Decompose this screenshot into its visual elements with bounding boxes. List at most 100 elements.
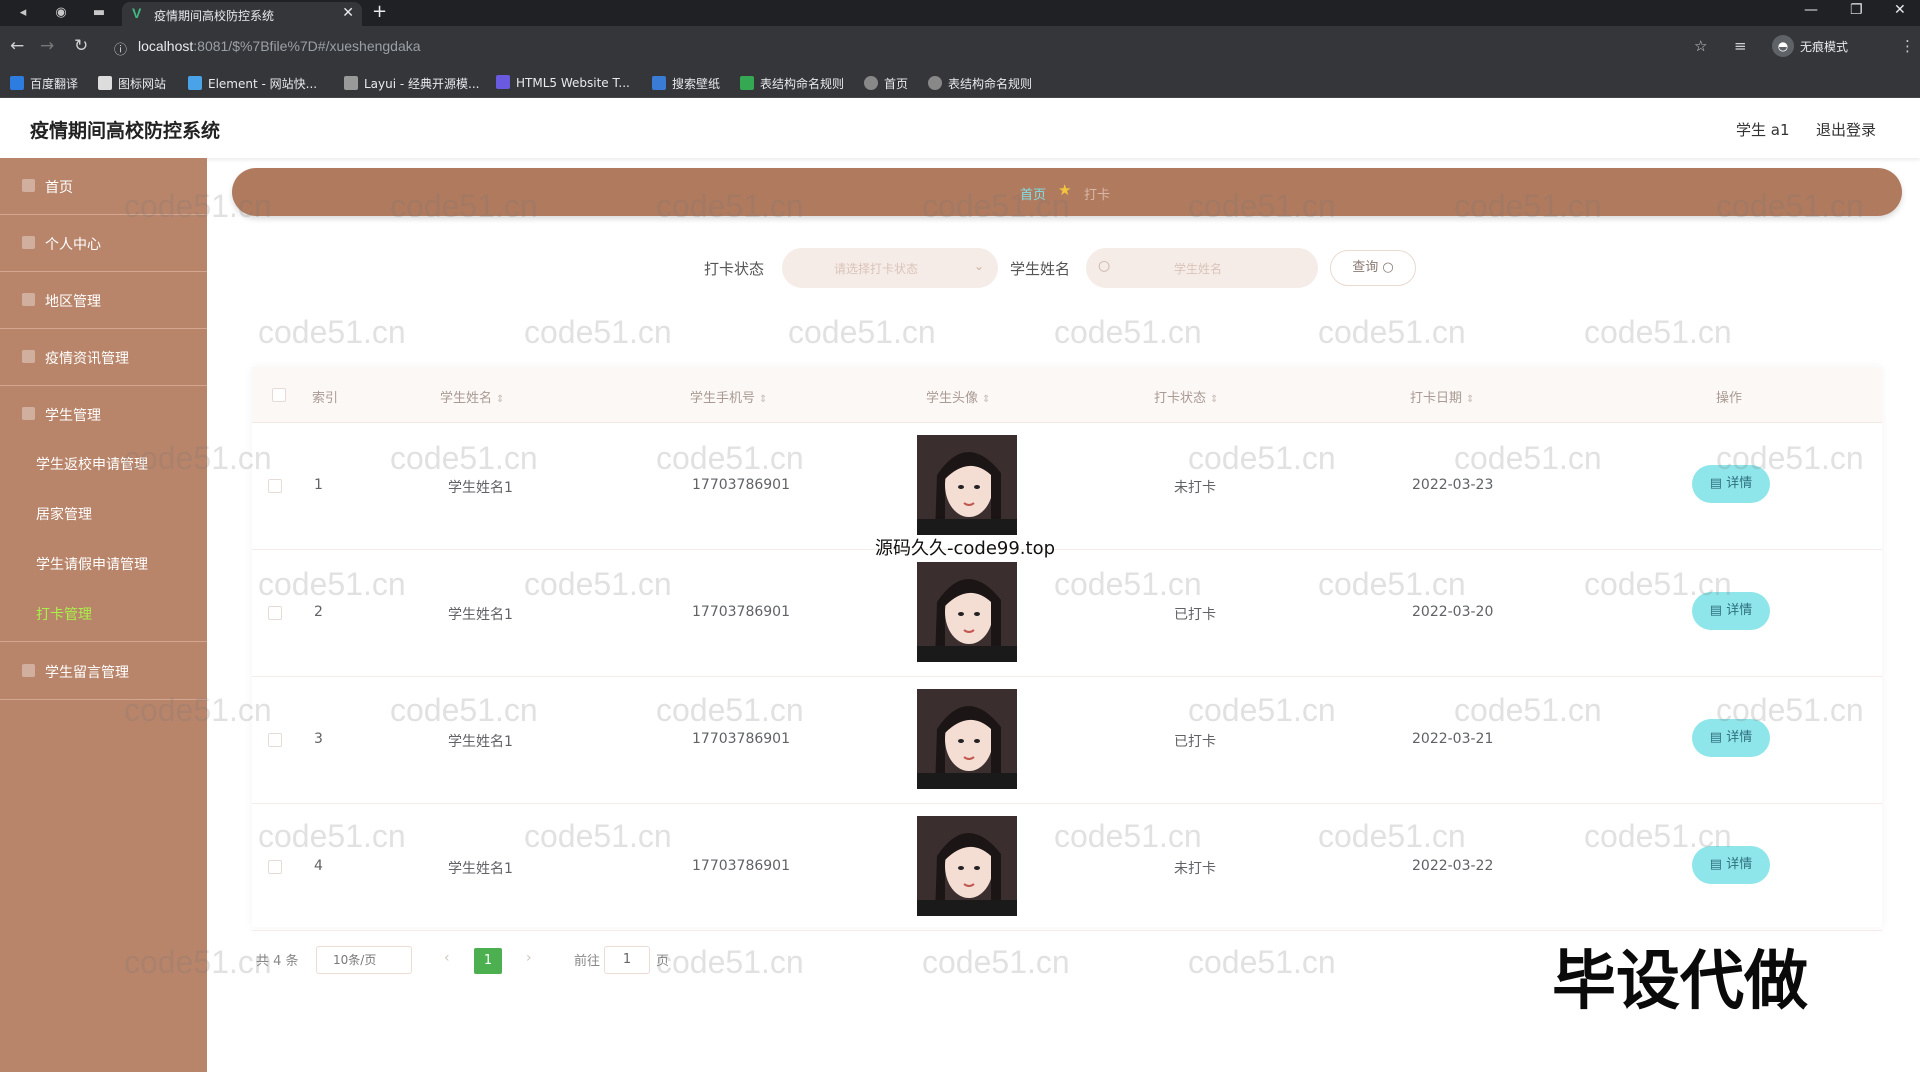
cell-date: 2022-03-20	[1412, 604, 1494, 620]
status-select[interactable]: 请选择打卡状态 ⌄	[782, 248, 998, 288]
column-header-sortable[interactable]: 学生头像 ⇕	[926, 387, 990, 406]
cell-name: 学生姓名1	[448, 607, 513, 623]
column-header-sortable[interactable]: 学生手机号 ⇕	[690, 387, 767, 406]
media-icon[interactable]: ≡	[1734, 37, 1747, 55]
prev-page-icon[interactable]: ‹	[444, 950, 450, 966]
sidebar-item-region[interactable]: 地区管理	[0, 272, 207, 329]
sidebar-item-label: 学生管理	[45, 408, 101, 424]
table-row: 3 学生姓名1 17703786901 已打卡 2022-03-21 ▤ 详情	[252, 677, 1882, 804]
cell-index: 3	[314, 731, 323, 747]
bookmark-item[interactable]: HTML5 Website T...	[496, 75, 630, 90]
bookmark-item[interactable]: Layui - 经典开源模...	[344, 75, 479, 92]
detail-button[interactable]: ▤ 详情	[1692, 719, 1770, 757]
bookmark-item[interactable]: 百度翻译	[10, 75, 78, 92]
detail-button[interactable]: ▤ 详情	[1692, 846, 1770, 884]
table-header: 索引 学生姓名 ⇕ 学生手机号 ⇕ 学生头像 ⇕ 打卡状态 ⇕ 打卡日期 ⇕ 操作	[252, 367, 1882, 423]
column-header-sortable[interactable]: 打卡状态 ⇕	[1154, 387, 1218, 406]
next-page-icon[interactable]: ›	[526, 950, 532, 966]
query-button[interactable]: 查询 ○	[1330, 250, 1416, 286]
bookmark-item[interactable]: 表结构命名规则	[740, 75, 844, 92]
vue-icon: V	[132, 5, 142, 21]
star-icon: ★	[1058, 181, 1072, 199]
column-header-sortable[interactable]: 学生姓名 ⇕	[440, 387, 504, 406]
star-icon[interactable]: ☆	[1694, 37, 1707, 55]
cell-name: 学生姓名1	[448, 861, 513, 877]
row-checkbox[interactable]	[268, 733, 282, 747]
sidebar-item-news[interactable]: 疫情资讯管理	[0, 329, 207, 386]
column-header-sortable[interactable]: 打卡日期 ⇕	[1410, 387, 1474, 406]
speaker-icon[interactable]: ◂	[14, 4, 32, 22]
sort-icon[interactable]: ⇕	[1210, 394, 1218, 405]
row-checkbox[interactable]	[268, 479, 282, 493]
sidebar-item-messages[interactable]: 学生留言管理	[0, 643, 207, 700]
forward-icon[interactable]: →	[40, 36, 54, 56]
cell-phone: 17703786901	[692, 604, 790, 620]
watermark: code51.cn	[922, 944, 1070, 980]
row-checkbox[interactable]	[268, 606, 282, 620]
document-icon: ▤	[1709, 476, 1723, 491]
logout-link[interactable]: 退出登录	[1816, 119, 1876, 140]
select-all-checkbox[interactable]	[272, 388, 286, 402]
name-filter-label: 学生姓名	[1010, 260, 1071, 278]
sidebar-subitem-checkin[interactable]: 打卡管理	[36, 604, 92, 624]
page-size-select[interactable]: 10条/页	[316, 946, 412, 974]
detail-button-label: 详情	[1726, 730, 1753, 745]
sort-icon[interactable]: ⇕	[496, 394, 504, 405]
tab-title: 疫情期间高校防控系统	[154, 9, 275, 23]
status-select-placeholder: 请选择打卡状态	[834, 262, 919, 276]
browser-tab[interactable]: V 疫情期间高校防控系统 ✕	[122, 2, 362, 26]
bookmark-label: 首页	[884, 77, 909, 91]
sidebar-subitem-home-stay[interactable]: 居家管理	[36, 504, 92, 524]
bookmark-item[interactable]: Element - 网站快...	[188, 75, 317, 92]
breadcrumb-home[interactable]: 首页	[1020, 184, 1046, 203]
window-close-icon[interactable]: ✕	[1894, 2, 1906, 18]
cell-index: 1	[314, 477, 323, 493]
bookmark-label: HTML5 Website T...	[516, 76, 630, 90]
cell-status: 已打卡	[1174, 734, 1216, 750]
detail-button[interactable]: ▤ 详情	[1692, 465, 1770, 503]
minimize-icon[interactable]: —	[1804, 2, 1818, 18]
sidebar-subitem-leave[interactable]: 学生请假申请管理	[36, 554, 148, 574]
goto-page-input[interactable]: 1	[604, 946, 650, 974]
new-tab-icon[interactable]: +	[372, 1, 387, 22]
restore-icon[interactable]: ❐	[1850, 2, 1863, 18]
sidebar-item-home[interactable]: 首页	[0, 158, 207, 215]
detail-button[interactable]: ▤ 详情	[1692, 592, 1770, 630]
sidebar-item-students[interactable]: 学生管理 学生返校申请管理 居家管理 学生请假申请管理 打卡管理	[0, 386, 207, 642]
column-header: 操作	[1716, 391, 1743, 406]
pagination-total: 共 4 条	[256, 954, 299, 969]
name-search-input[interactable]: ○ 学生姓名	[1086, 248, 1318, 288]
student-avatar	[917, 562, 1017, 662]
sidebar-subitem-return[interactable]: 学生返校申请管理	[36, 454, 148, 474]
menu-icon[interactable]: ⋮	[1900, 37, 1915, 55]
sort-icon[interactable]: ⇕	[982, 394, 990, 405]
search-icon: ○	[1098, 258, 1111, 274]
bookmark-label: 表结构命名规则	[948, 77, 1033, 91]
incognito-icon[interactable]: ◓	[1772, 35, 1794, 57]
column-header-label: 打卡状态	[1154, 391, 1207, 406]
bookmark-item[interactable]: 首页	[864, 75, 908, 92]
current-page-button[interactable]: 1	[474, 948, 502, 974]
bookmark-item[interactable]: 搜索壁纸	[652, 75, 720, 92]
back-icon[interactable]: ←	[10, 36, 24, 56]
cell-date: 2022-03-21	[1412, 731, 1494, 747]
bookmark-item[interactable]: 图标网站	[98, 75, 166, 92]
bookmark-label: 搜索壁纸	[672, 77, 721, 91]
window-icon[interactable]: ▬	[90, 4, 108, 22]
reload-icon[interactable]: ↻	[74, 36, 88, 56]
sort-icon[interactable]: ⇕	[759, 394, 767, 405]
close-icon[interactable]: ✕	[342, 5, 354, 21]
row-checkbox[interactable]	[268, 860, 282, 874]
home-icon	[22, 179, 35, 192]
url-field[interactable]: localhost:8081/$%7Bfile%7D#/xueshengdaka	[138, 38, 421, 54]
watermark: code51.cn	[1318, 314, 1466, 350]
status-filter-label: 打卡状态	[704, 260, 765, 278]
bookmark-item[interactable]: 表结构命名规则	[928, 75, 1032, 92]
globe-icon[interactable]: ◉	[52, 4, 70, 22]
column-header-label: 打卡日期	[1410, 391, 1463, 406]
column-header: 索引	[312, 391, 339, 406]
sort-icon[interactable]: ⇕	[1466, 394, 1474, 405]
sidebar-item-profile[interactable]: 个人中心	[0, 215, 207, 272]
news-icon	[22, 350, 35, 363]
bookmark-label: 百度翻译	[30, 77, 79, 91]
